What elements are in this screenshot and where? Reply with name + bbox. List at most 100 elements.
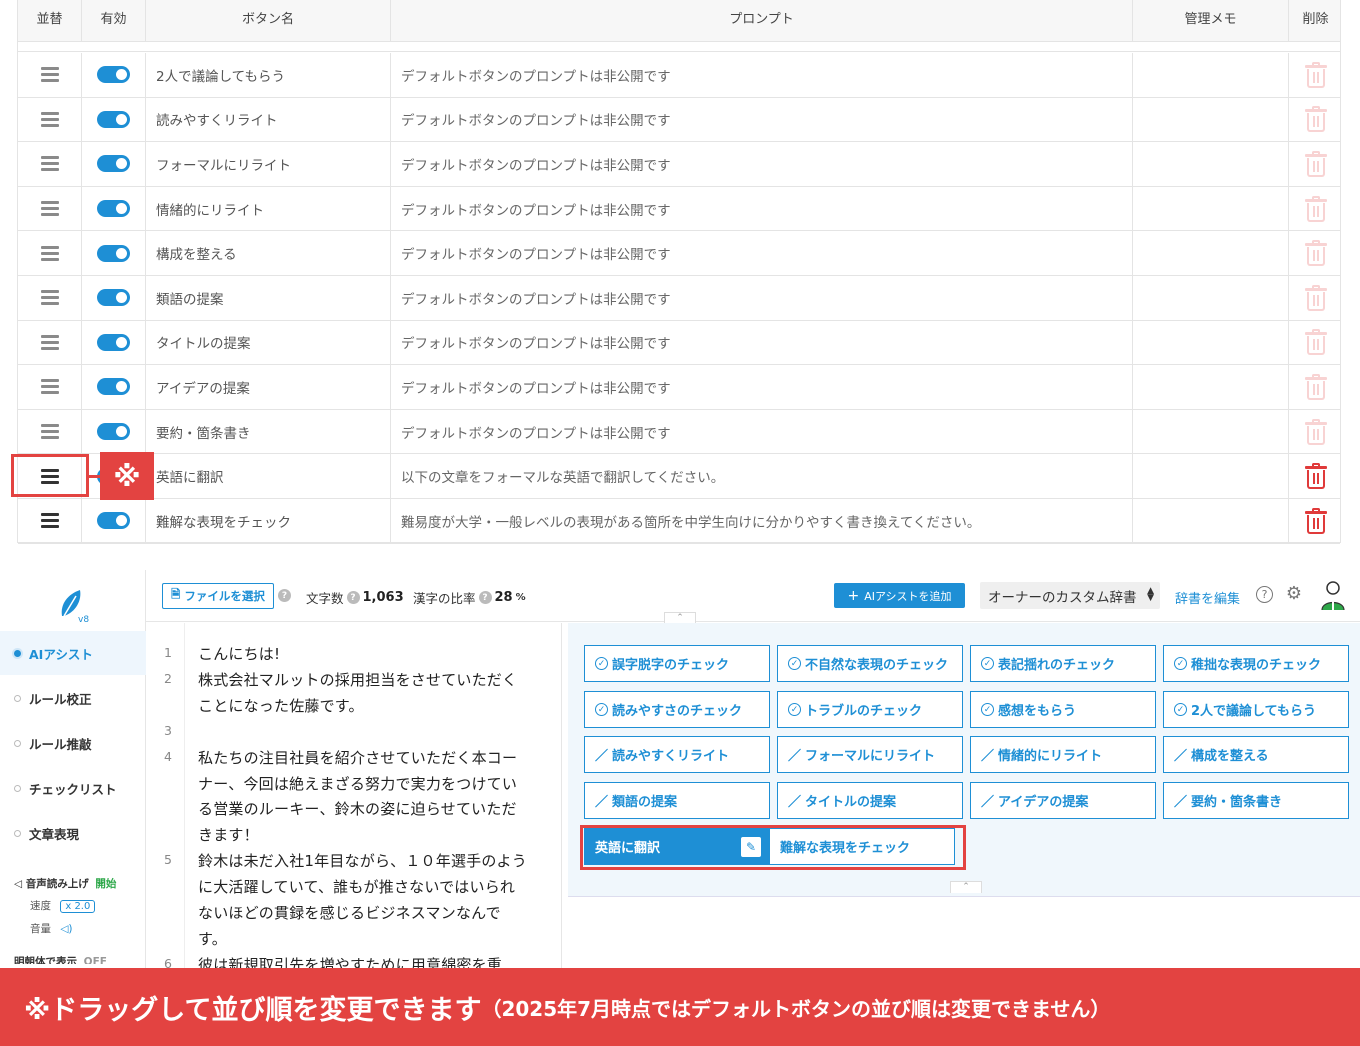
tts-start-button[interactable]: 開始 (95, 878, 116, 890)
drag-handle[interactable] (18, 409, 82, 454)
button-name[interactable]: 構成を整える (146, 231, 391, 275)
text-editor[interactable]: 1 こんにちは! 2 株式会社マルットの採用担当をさせていただく ことになった佐藤です。… (146, 623, 562, 968)
file-select-button[interactable]: 🗎 ファイルを選択 (162, 583, 274, 609)
trash-icon[interactable] (1304, 463, 1327, 490)
ai-assist-button[interactable]: ✓ 読みやすさのチェック (584, 691, 770, 728)
ai-assist-button[interactable]: ✓ 不自然な表現のチェック (777, 645, 963, 682)
help-circle-icon[interactable]: ? (1256, 586, 1273, 603)
dictionary-select[interactable]: オーナーのカスタム辞書 ▲ ▼ (980, 582, 1160, 609)
memo-cell[interactable] (1133, 499, 1289, 543)
trash-icon[interactable] (1304, 507, 1327, 534)
sidebar-item[interactable]: AIアシスト (0, 631, 146, 675)
enabled-toggle[interactable] (97, 423, 130, 441)
sidebar-item[interactable]: チェックリスト (0, 766, 146, 810)
prompt-text[interactable]: デフォルトボタンのプロンプトは非公開です (391, 231, 1133, 275)
sidebar-item[interactable]: ルール校正 (0, 676, 146, 720)
enabled-toggle[interactable] (97, 289, 130, 307)
prompt-text[interactable]: デフォルトボタンのプロンプトは非公開です (391, 142, 1133, 186)
ai-assist-button[interactable]: ✓ 誤字脱字のチェック (584, 645, 770, 682)
ai-assist-button[interactable]: ／タイトルの提案 (777, 782, 963, 819)
ai-assist-button[interactable]: ／類語の提案 (584, 782, 770, 819)
enabled-toggle[interactable] (97, 378, 130, 396)
button-name[interactable]: 英語に翻訳 (146, 454, 391, 498)
button-name[interactable]: アイデアの提案 (146, 365, 391, 409)
button-name[interactable]: 類語の提案 (146, 276, 391, 320)
prompt-text[interactable]: デフォルトボタンのプロンプトは非公開です (391, 53, 1133, 97)
enabled-toggle[interactable] (97, 155, 130, 173)
drag-handle[interactable] (18, 186, 82, 231)
button-name[interactable]: 読みやすくリライト (146, 97, 391, 142)
button-name[interactable]: 難解な表現をチェック (146, 499, 391, 543)
ai-assist-button[interactable]: ／アイデアの提案 (970, 782, 1156, 819)
ai-assist-button[interactable]: ✓ 稚拙な表現のチェック (1163, 645, 1349, 682)
button-name[interactable]: 情緒的にリライト (146, 186, 391, 231)
memo-cell[interactable] (1133, 276, 1289, 320)
ai-assist-button-label: 感想をもらう (998, 704, 1077, 719)
memo-cell[interactable] (1133, 53, 1289, 97)
prompt-text[interactable]: 難易度が大学・一般レベルの表現がある箇所を中学生向けに分かりやすく書き換えてくだ… (391, 499, 1133, 543)
memo-cell[interactable] (1133, 186, 1289, 231)
button-name[interactable]: 要約・箇条書き (146, 409, 391, 454)
sidebar-item[interactable]: 文章表現 (0, 811, 146, 855)
prompt-text[interactable]: 以下の文章をフォーマルな英語で翻訳してください。 (391, 454, 1133, 498)
collapse-panel-icon[interactable]: ⌃ (950, 881, 982, 893)
ai-assist-button[interactable]: ✓ 2人で議論してもらう (1163, 691, 1349, 728)
ai-assist-button[interactable]: ／読みやすくリライト (584, 736, 770, 773)
drag-handle[interactable] (18, 320, 82, 365)
ai-assist-button[interactable]: ／情緒的にリライト (970, 736, 1156, 773)
button-name[interactable]: タイトルの提案 (146, 320, 391, 365)
drag-handle[interactable] (18, 365, 82, 409)
memo-cell[interactable] (1133, 320, 1289, 365)
ai-assist-button-label: タイトルの提案 (805, 795, 897, 810)
volume-icon[interactable]: ◁) (60, 923, 72, 935)
ai-assist-button[interactable]: ／構成を整える (1163, 736, 1349, 773)
help-icon[interactable]: ? (346, 591, 360, 604)
font-toggle-value[interactable]: OFF (84, 956, 107, 964)
help-icon[interactable]: ? (278, 589, 291, 602)
prompt-text[interactable]: デフォルトボタンのプロンプトは非公開です (391, 276, 1133, 320)
memo-cell[interactable] (1133, 142, 1289, 186)
enabled-toggle[interactable] (97, 244, 130, 262)
enabled-cell (82, 320, 146, 365)
enabled-toggle[interactable] (97, 66, 130, 84)
button-name[interactable]: 2人で議論してもらう (146, 53, 391, 97)
prompt-text[interactable]: デフォルトボタンのプロンプトは非公開です (391, 320, 1133, 365)
ai-assist-button[interactable]: ／フォーマルにリライト (777, 736, 963, 773)
add-ai-assist-button[interactable]: + AIアシストを追加 (834, 583, 965, 608)
check-circle-icon: ✓ (595, 657, 608, 670)
trash-icon (1304, 373, 1327, 400)
sidebar-item[interactable]: ルール推敲 (0, 721, 146, 765)
memo-cell[interactable] (1133, 365, 1289, 409)
memo-cell[interactable] (1133, 97, 1289, 142)
prompt-text[interactable]: デフォルトボタンのプロンプトは非公開です (391, 409, 1133, 454)
file-select-label: ファイルを選択 (184, 589, 265, 603)
enabled-toggle[interactable] (97, 110, 130, 128)
avatar[interactable] (1320, 580, 1346, 612)
drag-handle[interactable] (18, 231, 82, 275)
memo-cell[interactable] (1133, 231, 1289, 275)
enabled-toggle[interactable] (97, 200, 130, 218)
memo-cell[interactable] (1133, 454, 1289, 498)
edit-dictionary-link[interactable]: 辞書を編集 (1175, 588, 1240, 607)
prompt-text[interactable]: デフォルトボタンのプロンプトは非公開です (391, 186, 1133, 231)
drag-handle[interactable] (18, 142, 82, 186)
enabled-toggle[interactable] (97, 333, 130, 351)
table-row: 英語に翻訳 以下の文章をフォーマルな英語で翻訳してください。 (18, 454, 1340, 499)
ai-assist-button[interactable]: ✓ 表記揺れのチェック (970, 645, 1156, 682)
ai-assist-button[interactable]: ／要約・箇条書き (1163, 782, 1349, 819)
prompt-text[interactable]: デフォルトボタンのプロンプトは非公開です (391, 97, 1133, 142)
help-icon[interactable]: ? (478, 591, 492, 604)
app-logo-icon: v8 (61, 590, 89, 624)
enabled-toggle[interactable] (97, 512, 130, 530)
gear-icon[interactable]: ⚙ (1284, 584, 1304, 604)
drag-handle[interactable] (18, 53, 82, 97)
drag-handle[interactable] (18, 97, 82, 142)
memo-cell[interactable] (1133, 409, 1289, 454)
ai-assist-button[interactable]: ✓ 感想をもらう (970, 691, 1156, 728)
ai-assist-button[interactable]: ✓ トラブルのチェック (777, 691, 963, 728)
drag-handle[interactable] (18, 499, 82, 543)
button-name[interactable]: フォーマルにリライト (146, 142, 391, 186)
drag-handle[interactable] (18, 276, 82, 320)
speed-badge[interactable]: x 2.0 (60, 900, 96, 913)
prompt-text[interactable]: デフォルトボタンのプロンプトは非公開です (391, 365, 1133, 409)
